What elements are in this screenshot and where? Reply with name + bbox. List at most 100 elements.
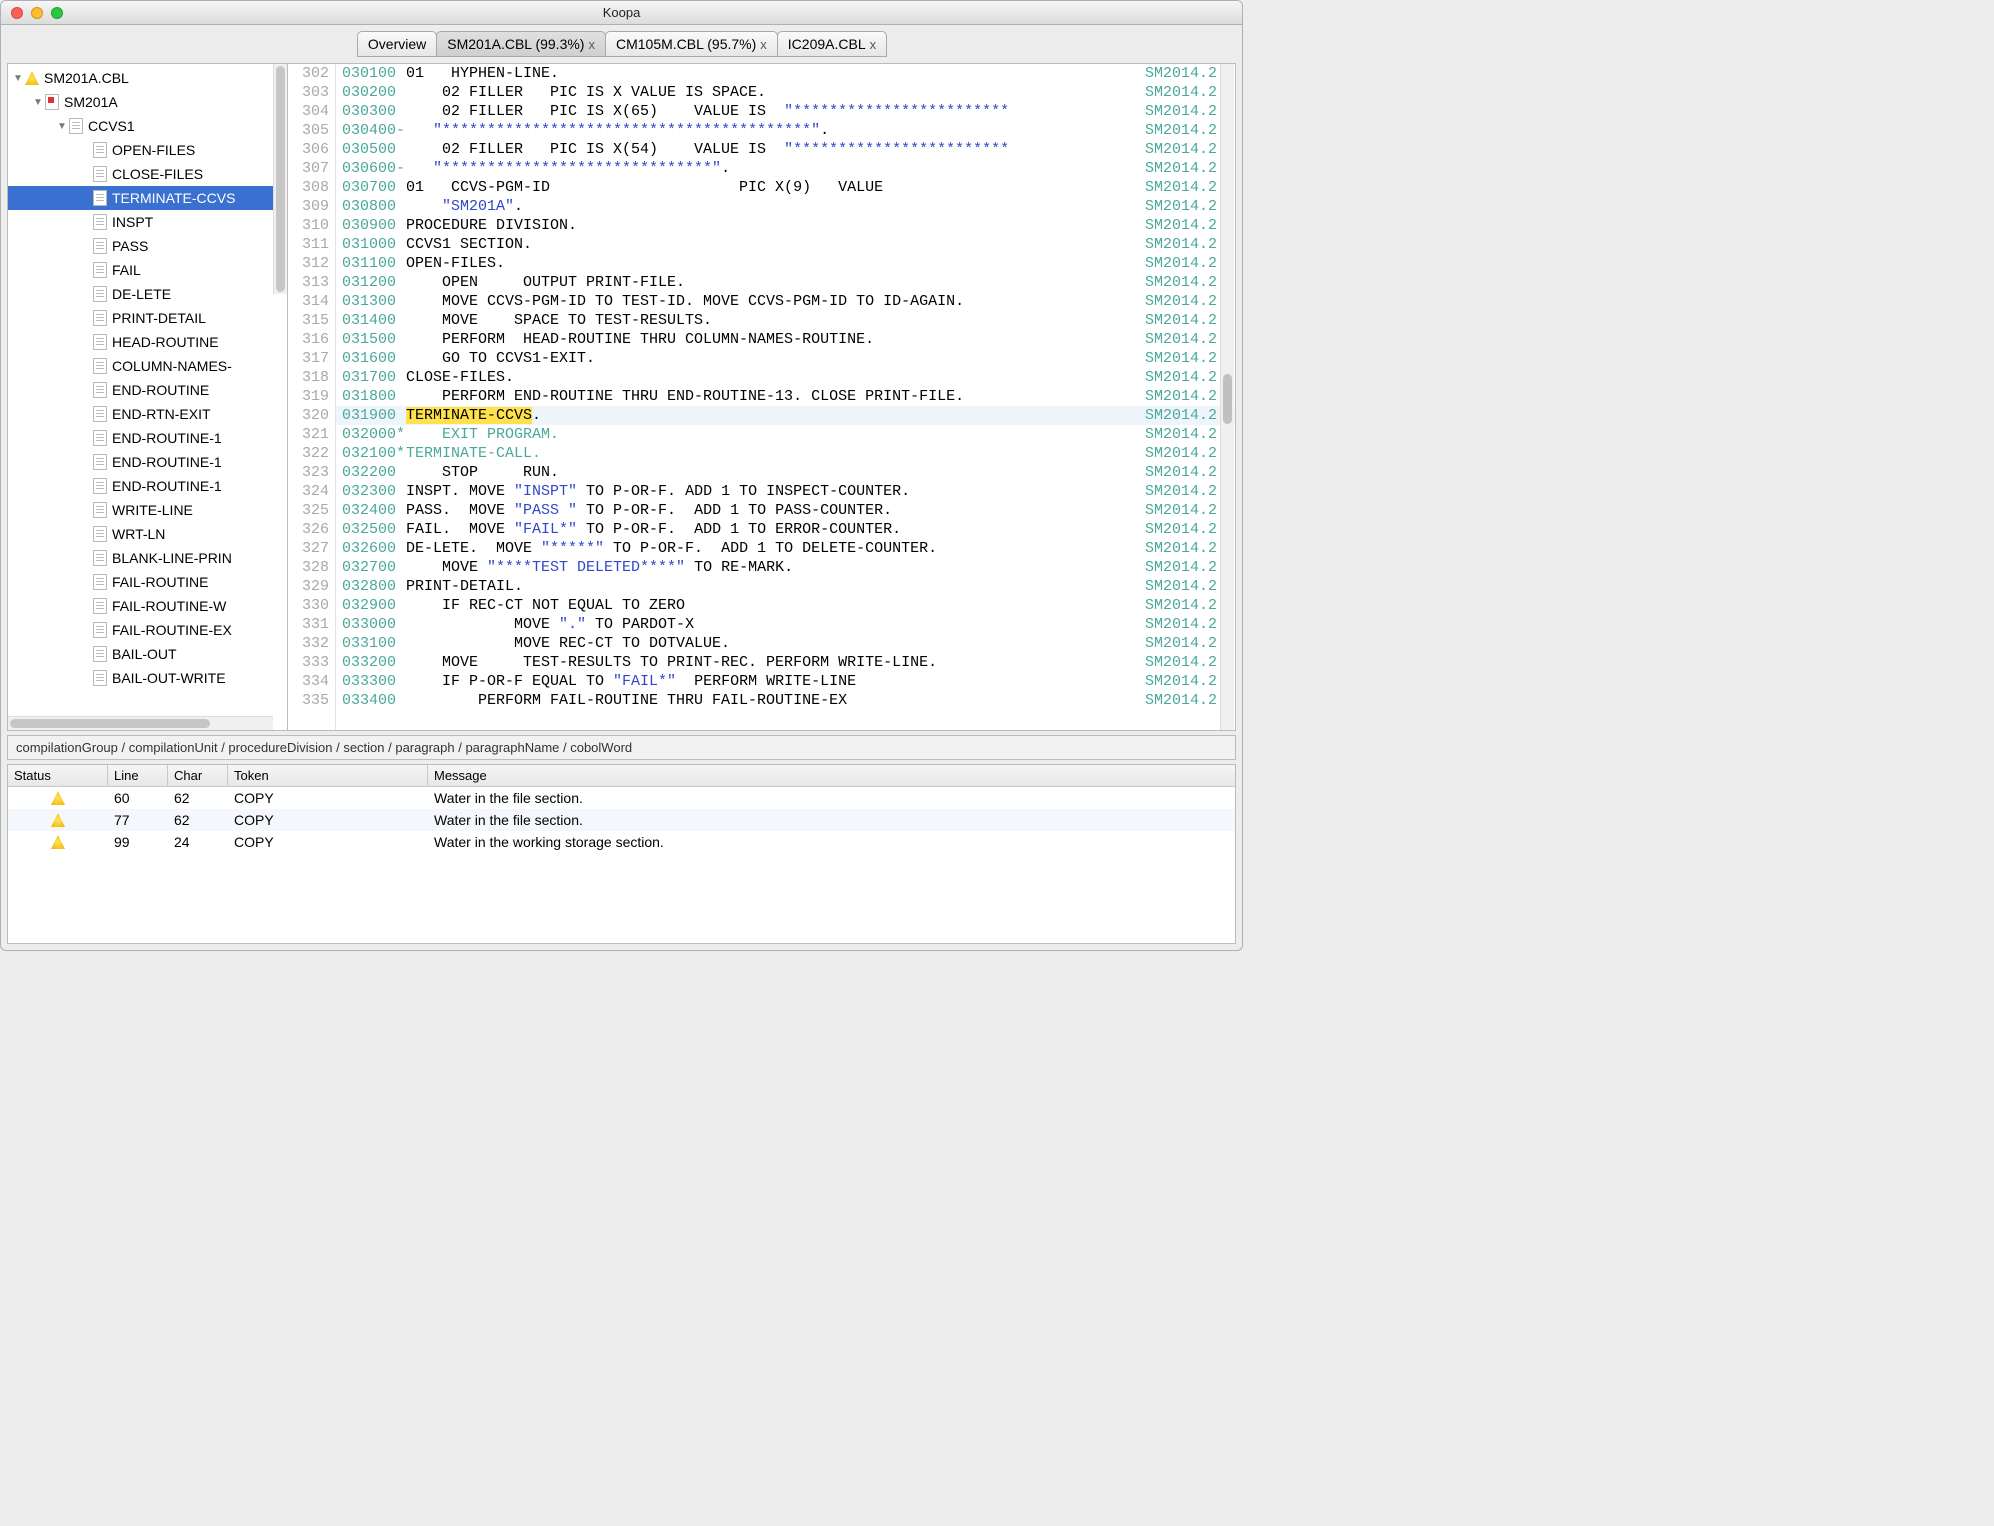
disclosure-triangle-icon[interactable]: ▼	[12, 73, 24, 84]
code-line-329[interactable]: 032800PRINT-DETAIL.SM2014.2	[336, 577, 1235, 596]
tree-item-pass[interactable]: PASS	[8, 234, 287, 258]
tree-item-write-line[interactable]: WRITE-LINE	[8, 498, 287, 522]
tree-item-fail-routine[interactable]: FAIL-ROUTINE	[8, 570, 287, 594]
code-line-313[interactable]: 031200 OPEN OUTPUT PRINT-FILE.SM2014.2	[336, 273, 1235, 292]
tree-item-icon	[92, 526, 108, 542]
col-line[interactable]: Line	[108, 765, 168, 786]
code-line-305[interactable]: 030400- "*******************************…	[336, 121, 1235, 140]
code-line-309[interactable]: 030800 "SM201A".SM2014.2	[336, 197, 1235, 216]
tree-item-print-detail[interactable]: PRINT-DETAIL	[8, 306, 287, 330]
code-text: PERFORM FAIL-ROUTINE THRU FAIL-ROUTINE-E…	[406, 691, 1145, 710]
problem-row[interactable]: 7762COPYWater in the file section.	[8, 809, 1235, 831]
code-line-307[interactable]: 030600- "******************************"…	[336, 159, 1235, 178]
tree-item-fail-routine-w[interactable]: FAIL-ROUTINE-W	[8, 594, 287, 618]
tree-item-end-rtn-exit[interactable]: END-RTN-EXIT	[8, 402, 287, 426]
tree-item-blank-line-prin[interactable]: BLANK-LINE-PRIN	[8, 546, 287, 570]
tree-item-de-lete[interactable]: DE-LETE	[8, 282, 287, 306]
tab-1[interactable]: SM201A.CBL (99.3%) x	[436, 31, 606, 57]
col-token[interactable]: Token	[228, 765, 428, 786]
tree-item-close-files[interactable]: CLOSE-FILES	[8, 162, 287, 186]
tree-item-head-routine[interactable]: HEAD-ROUTINE	[8, 330, 287, 354]
tree-item-icon	[92, 478, 108, 494]
tree-item-inspt[interactable]: INSPT	[8, 210, 287, 234]
tree-item-fail-routine-ex[interactable]: FAIL-ROUTINE-EX	[8, 618, 287, 642]
tree-item-bail-out[interactable]: BAIL-OUT	[8, 642, 287, 666]
tree-item-open-files[interactable]: OPEN-FILES	[8, 138, 287, 162]
code-line-334[interactable]: 033300 IF P-OR-F EQUAL TO "FAIL*" PERFOR…	[336, 672, 1235, 691]
code-line-308[interactable]: 03070001 CCVS-PGM-ID PIC X(9) VALUESM201…	[336, 178, 1235, 197]
close-tab-icon[interactable]: x	[588, 37, 595, 52]
code-line-335[interactable]: 033400 PERFORM FAIL-ROUTINE THRU FAIL-RO…	[336, 691, 1235, 710]
tree-program[interactable]: ▼SM201A	[8, 90, 287, 114]
code-line-312[interactable]: 031100OPEN-FILES.SM2014.2	[336, 254, 1235, 273]
tree-item-column-names-[interactable]: COLUMN-NAMES-	[8, 354, 287, 378]
editor-scrollbar[interactable]	[1220, 64, 1234, 730]
code-line-311[interactable]: 031000CCVS1 SECTION.SM2014.2	[336, 235, 1235, 254]
col-char[interactable]: Char	[168, 765, 228, 786]
code-editor[interactable]: 3023033043053063073083093103113123133143…	[288, 64, 1235, 730]
tab-2[interactable]: CM105M.CBL (95.7%)x	[605, 31, 778, 57]
code-line-302[interactable]: 03010001 HYPHEN-LINE.SM2014.2	[336, 64, 1235, 83]
tab-0[interactable]: Overview	[357, 31, 437, 57]
code-line-320[interactable]: 031900TERMINATE-CCVS.SM2014.2	[336, 406, 1235, 425]
code-line-324[interactable]: 032300INSPT. MOVE "INSPT" TO P-OR-F. ADD…	[336, 482, 1235, 501]
tree-item-wrt-ln[interactable]: WRT-LN	[8, 522, 287, 546]
tree-item-icon	[92, 670, 108, 686]
code-line-319[interactable]: 031800 PERFORM END-ROUTINE THRU END-ROUT…	[336, 387, 1235, 406]
sequence-number: 030100	[336, 64, 406, 83]
tree-item-end-routine-1[interactable]: END-ROUTINE-1	[8, 450, 287, 474]
problem-row[interactable]: 9924COPYWater in the working storage sec…	[8, 831, 1235, 853]
code-line-328[interactable]: 032700 MOVE "****TEST DELETED****" TO RE…	[336, 558, 1235, 577]
close-tab-icon[interactable]: x	[870, 37, 877, 52]
tree-item-end-routine[interactable]: END-ROUTINE	[8, 378, 287, 402]
disclosure-triangle-icon[interactable]: ▼	[56, 121, 68, 132]
tree-hscrollbar[interactable]	[8, 716, 273, 730]
code-line-326[interactable]: 032500FAIL. MOVE "FAIL*" TO P-OR-F. ADD …	[336, 520, 1235, 539]
code-line-331[interactable]: 033000 MOVE "." TO PARDOT-XSM2014.2	[336, 615, 1235, 634]
tree-item-bail-out-write[interactable]: BAIL-OUT-WRITE	[8, 666, 287, 690]
tree-scrollbar[interactable]	[273, 64, 287, 294]
tree-item-terminate-ccvs[interactable]: TERMINATE-CCVS	[8, 186, 287, 210]
code-line-304[interactable]: 030300 02 FILLER PIC IS X(65) VALUE IS "…	[336, 102, 1235, 121]
code-line-318[interactable]: 031700CLOSE-FILES.SM2014.2	[336, 368, 1235, 387]
code-line-303[interactable]: 030200 02 FILLER PIC IS X VALUE IS SPACE…	[336, 83, 1235, 102]
sequence-number: 031700	[336, 368, 406, 387]
code-line-321[interactable]: 032000* EXIT PROGRAM.SM2014.2	[336, 425, 1235, 444]
code-line-314[interactable]: 031300 MOVE CCVS-PGM-ID TO TEST-ID. MOVE…	[336, 292, 1235, 311]
outline-tree[interactable]: ▼SM201A.CBL▼SM201A▼CCVS1OPEN-FILESCLOSE-…	[8, 64, 288, 730]
col-status[interactable]: Status	[8, 765, 108, 786]
tree-item-icon	[92, 622, 108, 638]
code-line-310[interactable]: 030900PROCEDURE DIVISION.SM2014.2	[336, 216, 1235, 235]
titlebar[interactable]: Koopa	[1, 1, 1242, 25]
problem-row[interactable]: 6062COPYWater in the file section.	[8, 787, 1235, 809]
tree-item-fail[interactable]: FAIL	[8, 258, 287, 282]
code-line-322[interactable]: 032100*TERMINATE-CALL.SM2014.2	[336, 444, 1235, 463]
disclosure-triangle-icon[interactable]: ▼	[32, 97, 44, 108]
code-line-330[interactable]: 032900 IF REC-CT NOT EQUAL TO ZEROSM2014…	[336, 596, 1235, 615]
tree-section[interactable]: ▼CCVS1	[8, 114, 287, 138]
close-tab-icon[interactable]: x	[760, 37, 767, 52]
code-line-306[interactable]: 030500 02 FILLER PIC IS X(54) VALUE IS "…	[336, 140, 1235, 159]
code-line-325[interactable]: 032400PASS. MOVE "PASS " TO P-OR-F. ADD …	[336, 501, 1235, 520]
code-line-315[interactable]: 031400 MOVE SPACE TO TEST-RESULTS.SM2014…	[336, 311, 1235, 330]
code-line-327[interactable]: 032600DE-LETE. MOVE "*****" TO P-OR-F. A…	[336, 539, 1235, 558]
sequence-number: 031900	[336, 406, 406, 425]
code-line-316[interactable]: 031500 PERFORM HEAD-ROUTINE THRU COLUMN-…	[336, 330, 1235, 349]
tree-item-end-routine-1[interactable]: END-ROUTINE-1	[8, 474, 287, 498]
tree-root[interactable]: ▼SM201A.CBL	[8, 66, 287, 90]
code-line-323[interactable]: 032200 STOP RUN.SM2014.2	[336, 463, 1235, 482]
tree-item-label: BLANK-LINE-PRIN	[112, 550, 232, 566]
sequence-number: 030700	[336, 178, 406, 197]
tree-item-label: END-RTN-EXIT	[112, 406, 211, 422]
code-line-332[interactable]: 033100 MOVE REC-CT TO DOTVALUE.SM2014.2	[336, 634, 1235, 653]
code-line-333[interactable]: 033200 MOVE TEST-RESULTS TO PRINT-REC. P…	[336, 653, 1235, 672]
col-message[interactable]: Message	[428, 765, 1235, 786]
tab-3[interactable]: IC209A.CBLx	[777, 31, 887, 57]
tree-item-icon	[92, 190, 108, 206]
code-line-317[interactable]: 031600 GO TO CCVS1-EXIT.SM2014.2	[336, 349, 1235, 368]
tab-label: SM201A.CBL (99.3%)	[447, 36, 584, 52]
code-text: CLOSE-FILES.	[406, 368, 1145, 387]
tree-item-end-routine-1[interactable]: END-ROUTINE-1	[8, 426, 287, 450]
tree-item-icon	[92, 454, 108, 470]
tree-item-label: FAIL-ROUTINE	[112, 574, 208, 590]
